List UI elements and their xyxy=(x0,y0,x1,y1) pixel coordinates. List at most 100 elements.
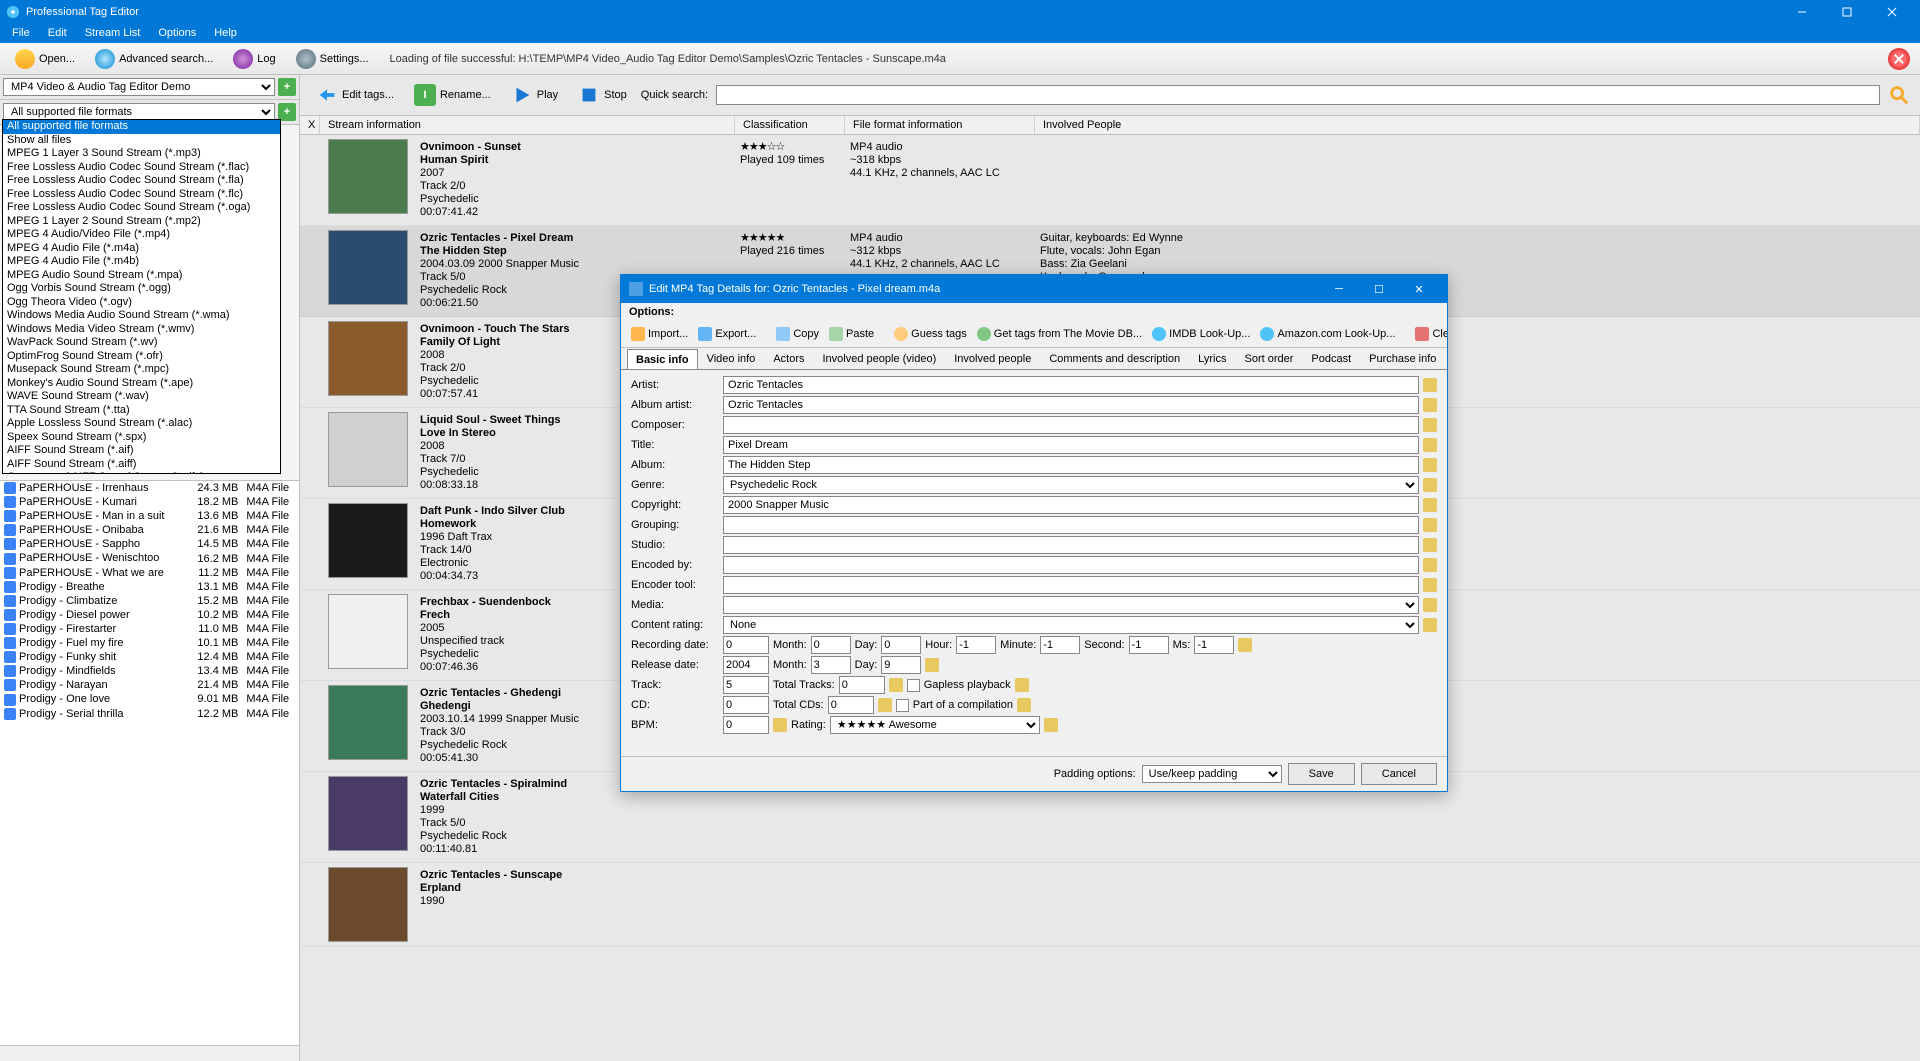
rel-day[interactable] xyxy=(881,656,921,674)
lock-icon[interactable] xyxy=(1017,698,1031,712)
filter-option[interactable]: Musepack Sound Stream (*.mpc) xyxy=(3,363,280,377)
file-row[interactable]: PaPERHOUsE - Onibaba21.6 MBM4A File xyxy=(0,523,299,537)
filter-option[interactable]: Speex Sound Stream (*.spx) xyxy=(3,431,280,445)
dialog-close[interactable]: ✕ xyxy=(1399,279,1439,299)
lock-icon[interactable] xyxy=(1423,618,1437,632)
dialog-tab[interactable]: Sort order xyxy=(1235,348,1302,369)
total-cds[interactable] xyxy=(828,696,874,714)
save-button[interactable]: Save xyxy=(1288,763,1355,785)
filter-option[interactable]: TTA Sound Stream (*.tta) xyxy=(3,404,280,418)
filter-option[interactable]: Ogg Theora Video (*.ogv) xyxy=(3,296,280,310)
quick-search-input[interactable] xyxy=(716,85,1880,105)
filter-option[interactable]: Monkey's Audio Sound Stream (*.ape) xyxy=(3,377,280,391)
file-row[interactable]: Prodigy - Fuel my fire10.1 MBM4A File xyxy=(0,636,299,650)
dialog-tab[interactable]: Purchase info xyxy=(1360,348,1445,369)
dialog-tab[interactable]: Basic info xyxy=(627,349,698,370)
lock-icon[interactable] xyxy=(1423,398,1437,412)
cd[interactable] xyxy=(723,696,769,714)
file-row[interactable]: Prodigy - Mindfields13.4 MBM4A File xyxy=(0,664,299,678)
menu-edit[interactable]: Edit xyxy=(40,25,75,41)
rec-ms[interactable] xyxy=(1194,636,1234,654)
lock-icon[interactable] xyxy=(1423,598,1437,612)
lock-icon[interactable] xyxy=(925,658,939,672)
rel-month[interactable] xyxy=(811,656,851,674)
lock-icon[interactable] xyxy=(1423,498,1437,512)
col-stream[interactable]: Stream information xyxy=(320,116,735,134)
grouping-input[interactable] xyxy=(723,516,1419,534)
dialog-minimize[interactable]: ─ xyxy=(1319,279,1359,299)
dialog-tab[interactable]: Comments and description xyxy=(1040,348,1189,369)
advanced-search-button[interactable]: Advanced search... xyxy=(86,45,222,73)
dialog-tab[interactable]: Lyrics xyxy=(1189,348,1235,369)
filter-option[interactable]: MPEG 1 Layer 3 Sound Stream (*.mp3) xyxy=(3,147,280,161)
file-row[interactable]: PaPERHOUsE - Wenischtoo16.2 MBM4A File xyxy=(0,551,299,565)
filter-option[interactable]: Compressed AIFF Sound Stream (*.aifc) xyxy=(3,471,280,474)
file-row[interactable]: PaPERHOUsE - Man in a suit13.6 MBM4A Fil… xyxy=(0,509,299,523)
filter-option[interactable]: MPEG 4 Audio File (*.m4b) xyxy=(3,255,280,269)
file-row[interactable]: Prodigy - Narayan21.4 MBM4A File xyxy=(0,678,299,692)
col-class[interactable]: Classification xyxy=(735,116,845,134)
filter-option[interactable]: Show all files xyxy=(3,134,280,148)
lock-icon[interactable] xyxy=(878,698,892,712)
error-icon[interactable] xyxy=(1888,48,1910,70)
total-tracks[interactable] xyxy=(839,676,885,694)
filter-option[interactable]: Ogg Vorbis Sound Stream (*.ogg) xyxy=(3,282,280,296)
file-list[interactable]: PaPERHOUsE - Irrenhaus24.3 MBM4A File PaP… xyxy=(0,480,299,1045)
rec-min[interactable] xyxy=(1040,636,1080,654)
album-artist-input[interactable] xyxy=(723,396,1419,414)
folder-combo[interactable]: MP4 Video & Audio Tag Editor Demo xyxy=(3,78,275,96)
artist-input[interactable] xyxy=(723,376,1419,394)
genre-select[interactable]: Psychedelic Rock xyxy=(723,476,1419,494)
file-row[interactable]: Prodigy - Diesel power10.2 MBM4A File xyxy=(0,608,299,622)
close-button[interactable] xyxy=(1869,0,1914,23)
file-row[interactable]: PaPERHOUsE - Irrenhaus24.3 MBM4A File xyxy=(0,481,299,495)
search-go-icon[interactable] xyxy=(1888,84,1910,106)
add-folder-button[interactable]: + xyxy=(278,78,296,96)
lock-icon[interactable] xyxy=(1423,438,1437,452)
content-rating-select[interactable]: None xyxy=(723,616,1419,634)
rec-year[interactable] xyxy=(723,636,769,654)
log-button[interactable]: Log xyxy=(224,45,284,73)
compilation-checkbox[interactable] xyxy=(896,699,909,712)
filter-option[interactable]: MPEG 4 Audio File (*.m4a) xyxy=(3,242,280,256)
settings-button[interactable]: Settings... xyxy=(287,45,378,73)
rename-button[interactable]: IRename... xyxy=(408,81,497,109)
filter-option[interactable]: Windows Media Audio Sound Stream (*.wma) xyxy=(3,309,280,323)
rec-month[interactable] xyxy=(811,636,851,654)
media-select[interactable] xyxy=(723,596,1419,614)
maximize-button[interactable] xyxy=(1824,0,1869,23)
rel-year[interactable] xyxy=(723,656,769,674)
copyright-input[interactable] xyxy=(723,496,1419,514)
lock-icon[interactable] xyxy=(1423,558,1437,572)
dialog-tab[interactable]: Podcast xyxy=(1302,348,1360,369)
h-scrollbar[interactable] xyxy=(0,1045,299,1061)
dialog-tab[interactable]: Video info xyxy=(698,348,765,369)
file-row[interactable]: PaPERHOUsE - Sappho14.5 MBM4A File xyxy=(0,537,299,551)
play-button[interactable]: Play xyxy=(505,81,564,109)
dialog-maximize[interactable]: ☐ xyxy=(1359,279,1399,299)
filter-option[interactable]: MPEG Audio Sound Stream (*.mpa) xyxy=(3,269,280,283)
rec-hour[interactable] xyxy=(956,636,996,654)
filter-option[interactable]: Windows Media Video Stream (*.wmv) xyxy=(3,323,280,337)
dialog-tab[interactable]: Involved people (video) xyxy=(814,348,946,369)
imdb-button[interactable]: IMDB Look-Up... xyxy=(1148,325,1254,343)
filter-option[interactable]: Free Lossless Audio Codec Sound Stream (… xyxy=(3,201,280,215)
col-x[interactable]: X xyxy=(300,116,320,134)
title-input[interactable] xyxy=(723,436,1419,454)
filter-option[interactable]: AIFF Sound Stream (*.aif) xyxy=(3,444,280,458)
bpm[interactable] xyxy=(723,716,769,734)
copy-button[interactable]: Copy xyxy=(772,325,823,343)
track-row[interactable]: Ozric Tentacles - SunscapeErpland1990 xyxy=(300,863,1920,947)
encoded-by-input[interactable] xyxy=(723,556,1419,574)
lock-icon[interactable] xyxy=(889,678,903,692)
guess-tags-button[interactable]: Guess tags xyxy=(890,325,971,343)
album-input[interactable] xyxy=(723,456,1419,474)
rec-sec[interactable] xyxy=(1129,636,1169,654)
filter-option[interactable]: WavPack Sound Stream (*.wv) xyxy=(3,336,280,350)
gapless-checkbox[interactable] xyxy=(907,679,920,692)
lock-icon[interactable] xyxy=(1423,458,1437,472)
file-row[interactable]: Prodigy - Breathe13.1 MBM4A File xyxy=(0,580,299,594)
rating-select[interactable]: ★★★★★ Awesome xyxy=(830,716,1040,734)
dialog-tab[interactable]: Involved people xyxy=(945,348,1040,369)
minimize-button[interactable] xyxy=(1779,0,1824,23)
